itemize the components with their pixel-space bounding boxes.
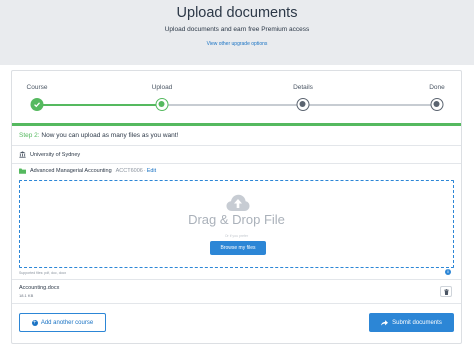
step-label-upload: Upload	[151, 84, 173, 91]
cloud-upload-icon	[226, 194, 250, 211]
uploaded-file-size: 18.1 KB	[19, 293, 34, 298]
step-course-check-icon[interactable]	[30, 98, 44, 111]
stepper-track-complete	[37, 104, 162, 106]
step-instruction-text: Now you can upload as many files as you …	[41, 132, 179, 139]
file-dropzone[interactable]: Drag & Drop File Or if you prefer Browse…	[19, 180, 454, 268]
course-row: Advanced Managerial Accounting ACCT6006 …	[19, 168, 156, 174]
submit-label: Submit documents	[392, 319, 442, 326]
page-subtitle: Upload documents and earn free Premium a…	[164, 26, 310, 33]
submit-documents-button[interactable]: Submit documents	[369, 313, 454, 332]
step-upload-dot	[155, 98, 169, 111]
university-row: University of Sydney	[19, 151, 80, 158]
divider	[12, 279, 461, 280]
edit-course-link[interactable]: Edit	[147, 168, 156, 174]
course-code: ACCT6006	[115, 168, 143, 174]
page-title: Upload documents	[176, 5, 298, 21]
add-course-label: Add another course	[40, 319, 94, 326]
add-course-button[interactable]: + Add another course	[19, 313, 106, 332]
university-name: University of Sydney	[30, 151, 81, 158]
step-label-details: Details	[293, 84, 313, 91]
upgrade-options-link[interactable]: View other upgrade options	[0, 41, 474, 47]
step-label-done: Done	[429, 84, 445, 91]
step-label-course: Course	[26, 84, 48, 91]
dropzone-or-text: Or if you prefer	[224, 234, 249, 238]
divider	[12, 163, 461, 164]
step-done-dot	[430, 98, 444, 111]
folder-icon	[19, 168, 26, 174]
course-name: Advanced Managerial Accounting	[30, 168, 112, 174]
university-icon	[19, 151, 26, 158]
browse-files-button[interactable]: Browse my files	[210, 241, 266, 255]
step-instruction: Step 2: Now you can upload as many files…	[19, 132, 178, 139]
share-arrow-icon	[381, 319, 389, 326]
step-details-dot	[296, 98, 310, 111]
step-number: Step 2:	[19, 132, 40, 139]
divider	[12, 303, 461, 304]
dropzone-title: Drag & Drop File	[188, 212, 285, 227]
upload-card: Course Upload Details Done Step 2: Now y…	[11, 70, 462, 344]
step-progress-bar	[12, 123, 461, 126]
uploaded-file-name: Accounting.docx	[19, 285, 60, 291]
supported-file-types: Supported files: pdf, doc, docx	[19, 271, 67, 275]
page-header: Upload documents Upload documents and ea…	[0, 0, 474, 65]
info-icon[interactable]: i	[445, 269, 451, 275]
divider	[12, 145, 461, 146]
progress-stepper: Course Upload Details Done	[12, 71, 461, 126]
course-separator: ·	[143, 168, 146, 174]
plus-icon: +	[31, 319, 38, 326]
delete-file-button[interactable]	[440, 286, 452, 297]
trash-icon	[444, 289, 449, 295]
